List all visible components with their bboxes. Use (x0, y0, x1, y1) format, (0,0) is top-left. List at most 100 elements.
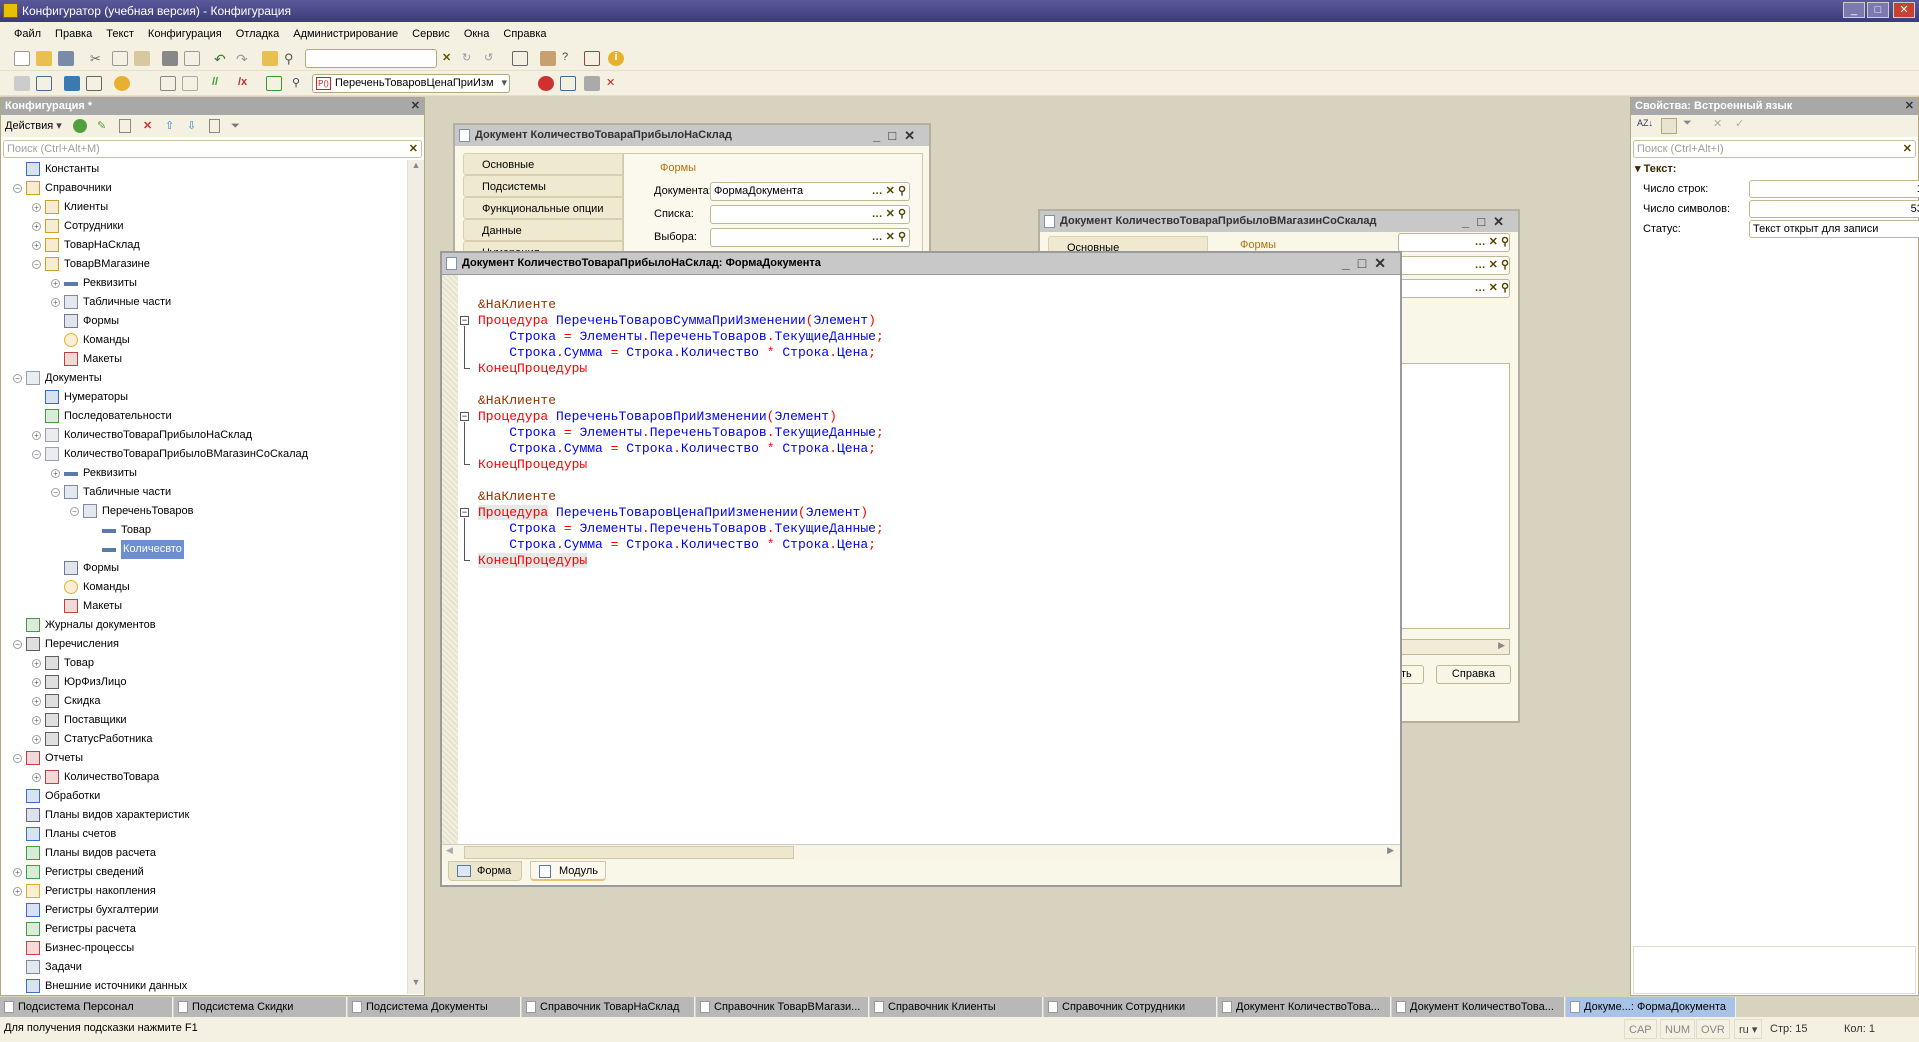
side-tab[interactable]: Данные (463, 219, 623, 241)
taskbar-tab[interactable]: Справочник ТоварНаСклад (522, 997, 695, 1017)
collapse-icon[interactable]: − (13, 374, 22, 383)
tree-item[interactable]: − Табличные части (1, 483, 406, 502)
tree-item[interactable]: + Сотрудники (1, 217, 406, 236)
menu-item[interactable]: Конфигурация (148, 28, 222, 40)
expand-icon[interactable]: + (32, 203, 41, 212)
search-icon[interactable]: ⚲ (284, 51, 300, 66)
field-3[interactable]: … ✕ ⚲ (1398, 279, 1510, 298)
open-icon[interactable] (36, 51, 52, 66)
save-icon[interactable] (58, 51, 74, 66)
tree-item[interactable]: − Документы (1, 369, 406, 388)
taskbar-tab[interactable]: Подсистема Скидки (174, 997, 347, 1017)
collapse-icon[interactable]: − (51, 488, 60, 497)
editor-horizontal-scrollbar[interactable]: ◀ ▶ (442, 844, 1400, 860)
window-controls[interactable]: _□✕ (1462, 211, 1512, 232)
tree-item[interactable]: − Отчеты (1, 749, 406, 768)
comment-icon[interactable]: // (212, 76, 228, 91)
expand-icon[interactable]: + (32, 697, 41, 706)
move-up-icon[interactable]: ⇧ (165, 115, 174, 137)
help-button[interactable]: Справка (1436, 665, 1511, 684)
move-down-icon[interactable]: ⇩ (187, 115, 196, 137)
tree-item[interactable]: − Справочники (1, 179, 406, 198)
database-icon[interactable] (64, 76, 80, 91)
fold-collapse-icon[interactable]: − (460, 316, 469, 325)
new-file-icon[interactable] (14, 51, 30, 66)
tree-item[interactable]: + Табличные части (1, 293, 406, 312)
conditional-breakpoint-icon[interactable] (560, 76, 576, 91)
filter-icon[interactable]: ⏷ (1683, 117, 1692, 130)
config-search-input[interactable]: Поиск (Ctrl+Alt+M) ✕ (3, 140, 422, 158)
tree-item[interactable]: + Клиенты (1, 198, 406, 217)
taskbar-tab[interactable]: Документ КоличествоТова... (1218, 997, 1391, 1017)
expand-icon[interactable]: + (32, 716, 41, 725)
tree-scrollbar[interactable]: ▲ ▼ (407, 160, 424, 994)
tree-item[interactable]: Команды (1, 331, 406, 350)
tab-form[interactable]: Форма (448, 861, 522, 881)
taskbar-tab[interactable]: Подсистема Персонал (0, 997, 173, 1017)
tree-item[interactable]: Команды (1, 578, 406, 597)
check-icon[interactable]: ✓ (1735, 117, 1744, 130)
expand-icon[interactable]: + (32, 241, 41, 250)
expand-icon[interactable]: + (32, 735, 41, 744)
taskbar-tab[interactable]: Подсистема Документы (348, 997, 521, 1017)
collapse-icon[interactable]: − (32, 260, 41, 269)
db-config-icon[interactable] (14, 76, 30, 91)
tree-item[interactable]: + Реквизиты (1, 274, 406, 293)
tree-item[interactable]: + ТоварНаСклад (1, 236, 406, 255)
block-outdent-icon[interactable] (182, 76, 198, 91)
tree-item[interactable]: + Товар (1, 654, 406, 673)
taskbar-tab[interactable]: Документ КоличествоТова... (1392, 997, 1565, 1017)
expand-icon[interactable]: + (13, 887, 22, 896)
edit-icon[interactable]: ✎ (97, 115, 106, 137)
field-2[interactable]: … ✕ ⚲ (1398, 256, 1510, 275)
uncomment-icon[interactable]: /x (238, 76, 254, 91)
tree-item[interactable]: Формы (1, 559, 406, 578)
delete-icon[interactable]: ✕ (143, 115, 152, 137)
maximize-icon[interactable]: □ (1867, 2, 1889, 18)
collapse-icon[interactable]: − (13, 640, 22, 649)
tree-item[interactable]: Формы (1, 312, 406, 331)
menu-item[interactable]: Окна (464, 28, 490, 40)
tree-item[interactable]: Регистры расчета (1, 920, 406, 939)
breakpoint-icon[interactable] (538, 76, 554, 91)
tree-item[interactable]: − ТоварВМагазине (1, 255, 406, 274)
partial-button[interactable]: ть (1400, 665, 1424, 684)
side-tab[interactable]: Основные (463, 153, 623, 175)
close-panel-icon[interactable]: ✕ (1905, 98, 1914, 115)
find-next-icon[interactable]: ↻ (462, 51, 478, 66)
help-search-icon[interactable]: ? (562, 51, 578, 66)
tree-item[interactable]: + КоличествоТовара (1, 768, 406, 787)
copy-icon[interactable] (112, 51, 128, 66)
fold-collapse-icon[interactable]: − (460, 508, 469, 517)
fold-collapse-icon[interactable]: − (460, 412, 469, 421)
window-controls[interactable]: _□✕ (873, 125, 923, 146)
cut-icon[interactable]: ✂ (90, 51, 106, 66)
categories-icon[interactable] (1661, 118, 1677, 134)
tree-item[interactable]: − ПереченьТоваров (1, 502, 406, 521)
start-debug-icon[interactable] (114, 76, 130, 91)
minimize-icon[interactable]: _ (1843, 2, 1865, 18)
menu-item[interactable]: Текст (106, 28, 134, 40)
expand-icon[interactable]: + (32, 431, 41, 440)
tree-item[interactable]: Регистры бухгалтерии (1, 901, 406, 920)
menu-item[interactable]: Правка (55, 28, 92, 40)
scrollbar-thumb[interactable] (464, 846, 794, 859)
tree-item[interactable]: Журналы документов (1, 616, 406, 635)
taskbar-tab[interactable]: Справочник Сотрудники (1044, 997, 1217, 1017)
field-1[interactable]: … ✕ ⚲ (1398, 233, 1510, 252)
tree-item[interactable]: Бизнес-процессы (1, 939, 406, 958)
clear-search-icon[interactable]: ✕ (409, 141, 418, 157)
tree-item[interactable]: Макеты (1, 597, 406, 616)
print-icon[interactable] (162, 51, 178, 66)
collapse-icon[interactable]: − (13, 754, 22, 763)
property-value[interactable]: 18 (1749, 180, 1919, 198)
field-buttons[interactable]: … ✕ ⚲ (872, 206, 906, 223)
find-in-folder-icon[interactable] (262, 51, 278, 66)
tree-item[interactable]: + Скидка (1, 692, 406, 711)
form-field[interactable]: ФормаДокумента… ✕ ⚲ (710, 182, 910, 201)
find-previous-icon[interactable]: ↺ (484, 51, 500, 66)
expand-icon[interactable]: + (32, 222, 41, 231)
sort-alpha-icon[interactable]: AZ↓ (1637, 118, 1653, 128)
tree-item[interactable]: Нумераторы (1, 388, 406, 407)
tree-item[interactable]: Планы видов характеристик (1, 806, 406, 825)
